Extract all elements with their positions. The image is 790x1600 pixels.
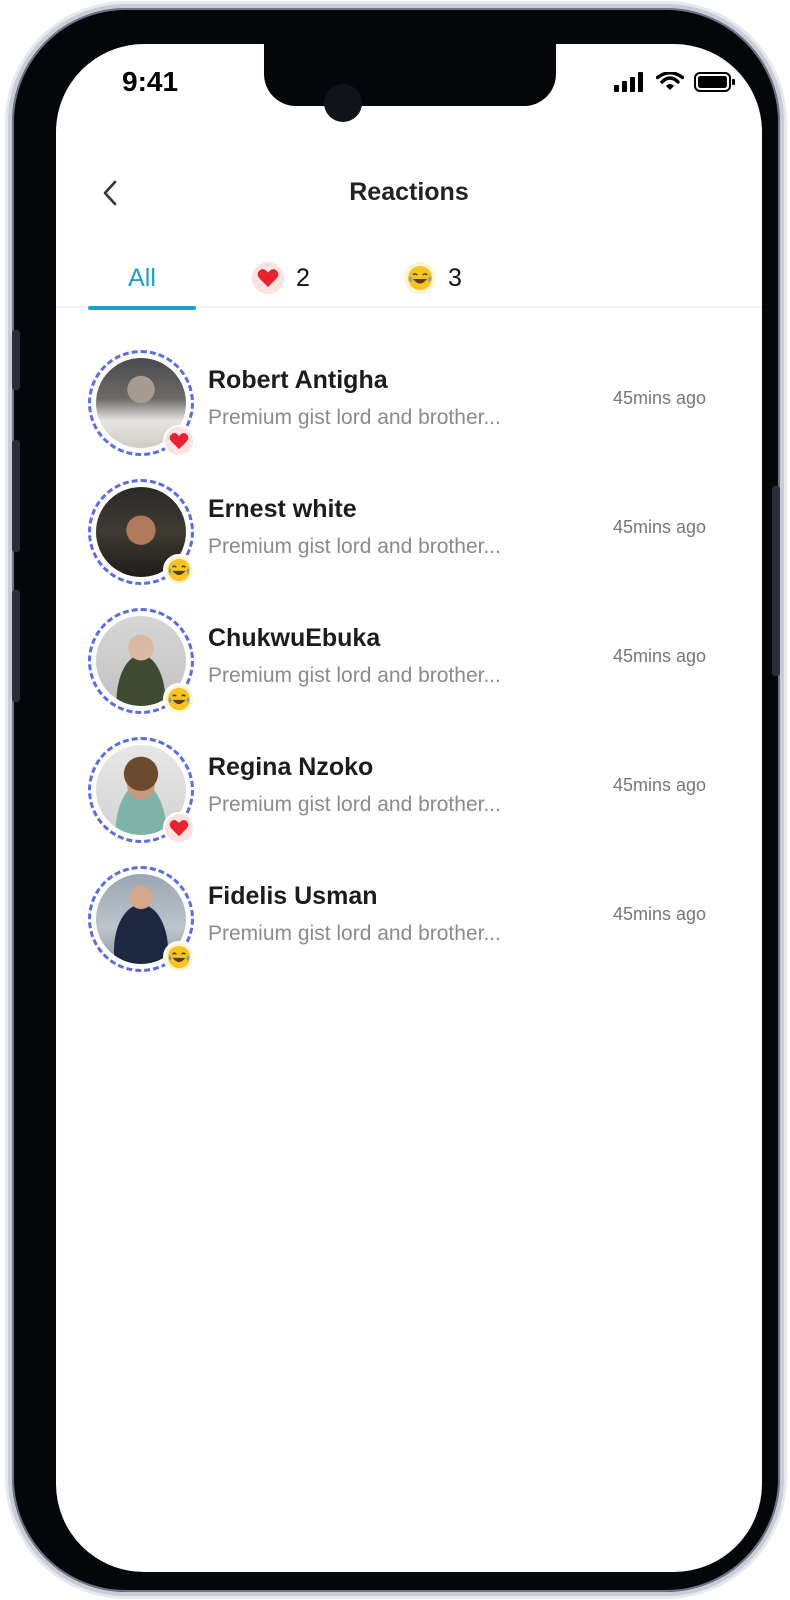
laughing-emoji-icon (163, 941, 195, 973)
heart-icon (163, 425, 195, 457)
timestamp: 45mins ago (612, 517, 706, 537)
tab-all-label: All (128, 263, 156, 292)
avatar (88, 737, 195, 844)
list-item[interactable]: Ernest white Premium gist lord and broth… (56, 473, 762, 602)
user-message: Premium gist lord and brother... (208, 535, 501, 558)
user-message: Premium gist lord and brother... (208, 922, 501, 945)
camera (324, 84, 362, 122)
status-time: 9:41 (122, 66, 179, 97)
laugh-count: 3 (448, 263, 462, 292)
user-message: Premium gist lord and brother... (208, 793, 501, 816)
avatar (88, 479, 195, 586)
power-button (772, 486, 780, 676)
timestamp: 45mins ago (612, 904, 706, 924)
user-name: ChukwuEbuka (208, 624, 381, 652)
cellular-signal-icon (614, 72, 643, 92)
battery-icon (694, 72, 735, 92)
timestamp: 45mins ago (612, 775, 706, 795)
tab-laugh[interactable]: 3 (404, 248, 462, 308)
user-name: Ernest white (208, 495, 357, 523)
user-name: Fidelis Usman (208, 882, 378, 910)
list-item[interactable]: Robert Antigha Premium gist lord and bro… (56, 344, 762, 473)
list-item[interactable]: ChukwuEbuka Premium gist lord and brothe… (56, 602, 762, 731)
phone-frame: 9:41 Reactions All 2 3 Robert Antigha Pr… (8, 4, 784, 1596)
reaction-tabs: All 2 3 (56, 248, 762, 310)
laughing-emoji-icon (163, 554, 195, 586)
timestamp: 45mins ago (612, 646, 706, 666)
list-item[interactable]: Fidelis Usman Premium gist lord and brot… (56, 860, 762, 989)
notch (264, 44, 556, 106)
user-name: Regina Nzoko (208, 753, 374, 781)
user-name: Robert Antigha (208, 366, 388, 394)
wifi-icon (656, 72, 684, 90)
volume-up-button (12, 440, 20, 552)
tab-all[interactable]: All (88, 248, 196, 310)
header: Reactions (56, 164, 762, 224)
avatar (88, 350, 195, 457)
reactions-list: Robert Antigha Premium gist lord and bro… (56, 344, 762, 989)
user-message: Premium gist lord and brother... (208, 664, 501, 687)
screen: 9:41 Reactions All 2 3 Robert Antigha Pr… (56, 44, 762, 1572)
laughing-emoji-icon (163, 683, 195, 715)
avatar (88, 608, 195, 715)
heart-icon (163, 812, 195, 844)
page-title: Reactions (349, 178, 469, 206)
timestamp: 45mins ago (612, 388, 706, 408)
avatar (88, 866, 195, 973)
heart-icon (252, 262, 284, 294)
action-button (12, 330, 20, 390)
volume-down-button (12, 590, 20, 702)
user-message: Premium gist lord and brother... (208, 406, 501, 429)
status-icons (614, 72, 736, 92)
tab-heart[interactable]: 2 (252, 248, 310, 308)
laughing-emoji-icon (404, 262, 436, 294)
list-item[interactable]: Regina Nzoko Premium gist lord and broth… (56, 731, 762, 860)
heart-count: 2 (296, 263, 310, 292)
